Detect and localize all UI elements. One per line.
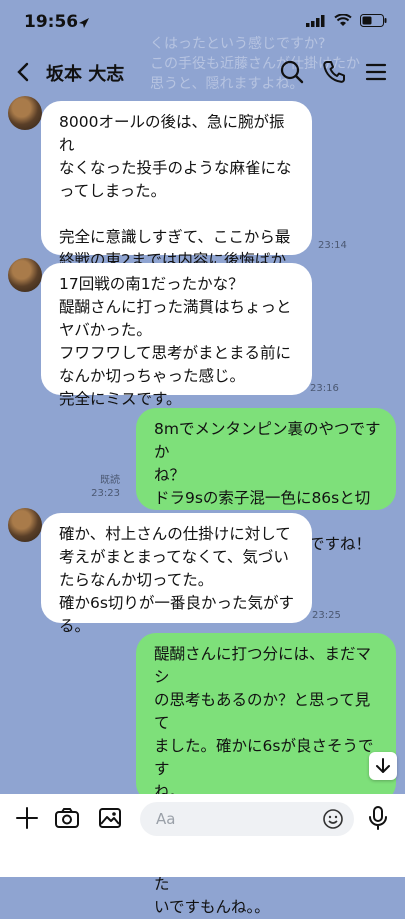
message-timestamp: 23:14 [318,240,347,251]
message-input-bar: Aa [0,794,405,877]
message-list[interactable]: 8000オールの後は、急に腕が振れ なくなった投手のような麻雀にな ってしまった… [0,92,405,916]
message-bubble-received[interactable]: 17回戦の南1だったかな？ 醍醐さんに打った満貫はちょっと ヤバかった。 フワフ… [41,263,312,408]
read-label: 既読 [100,475,120,486]
message-timestamp: 23:25 [312,610,341,621]
scroll-to-bottom-button[interactable] [369,752,397,780]
status-time: 19:56 [24,12,79,32]
message-bubble-received[interactable]: 8000オールの後は、急に腕が振れ なくなった投手のような麻雀にな ってしまった… [41,101,312,315]
avatar[interactable] [8,96,42,130]
avatar[interactable] [8,508,42,542]
message-timestamp: 23:16 [310,383,339,394]
emoji-icon[interactable] [322,808,344,830]
search-icon[interactable] [278,58,306,86]
message-timestamp: 23:23 [91,488,120,499]
message-input[interactable]: Aa [140,802,354,836]
message-bubble-sent[interactable]: 8mでメンタンピン裏のやつですか ね？ ドラ9sの索子混一色に86sと切っ ての… [136,408,396,553]
phone-call-icon[interactable] [320,58,348,86]
read-receipt: 既読 23:23 [90,474,120,500]
battery-icon [360,14,387,27]
message-bubble-received[interactable]: 確か、村上さんの仕掛けに対して 考えがまとまってなくて、気づい たらなんか切って… [41,513,312,635]
microphone-icon[interactable] [364,804,392,832]
plus-icon[interactable] [13,804,41,832]
message-input-placeholder: Aa [156,810,176,828]
location-arrow-icon [79,18,89,28]
camera-icon[interactable] [53,804,81,832]
cellular-signal-icon [306,14,325,27]
wifi-icon [334,14,352,26]
avatar[interactable] [8,258,42,292]
image-icon[interactable] [96,804,124,832]
back-chevron-icon[interactable] [10,58,38,86]
arrow-down-icon [376,758,390,773]
menu-icon[interactable] [362,58,390,86]
contact-name: 坂本 大志 [46,64,125,85]
message-bubble-sent[interactable]: 醍醐さんに打つ分には、まだマシ の思考もあるのか？と思って見て ました。確かに6… [136,633,396,916]
